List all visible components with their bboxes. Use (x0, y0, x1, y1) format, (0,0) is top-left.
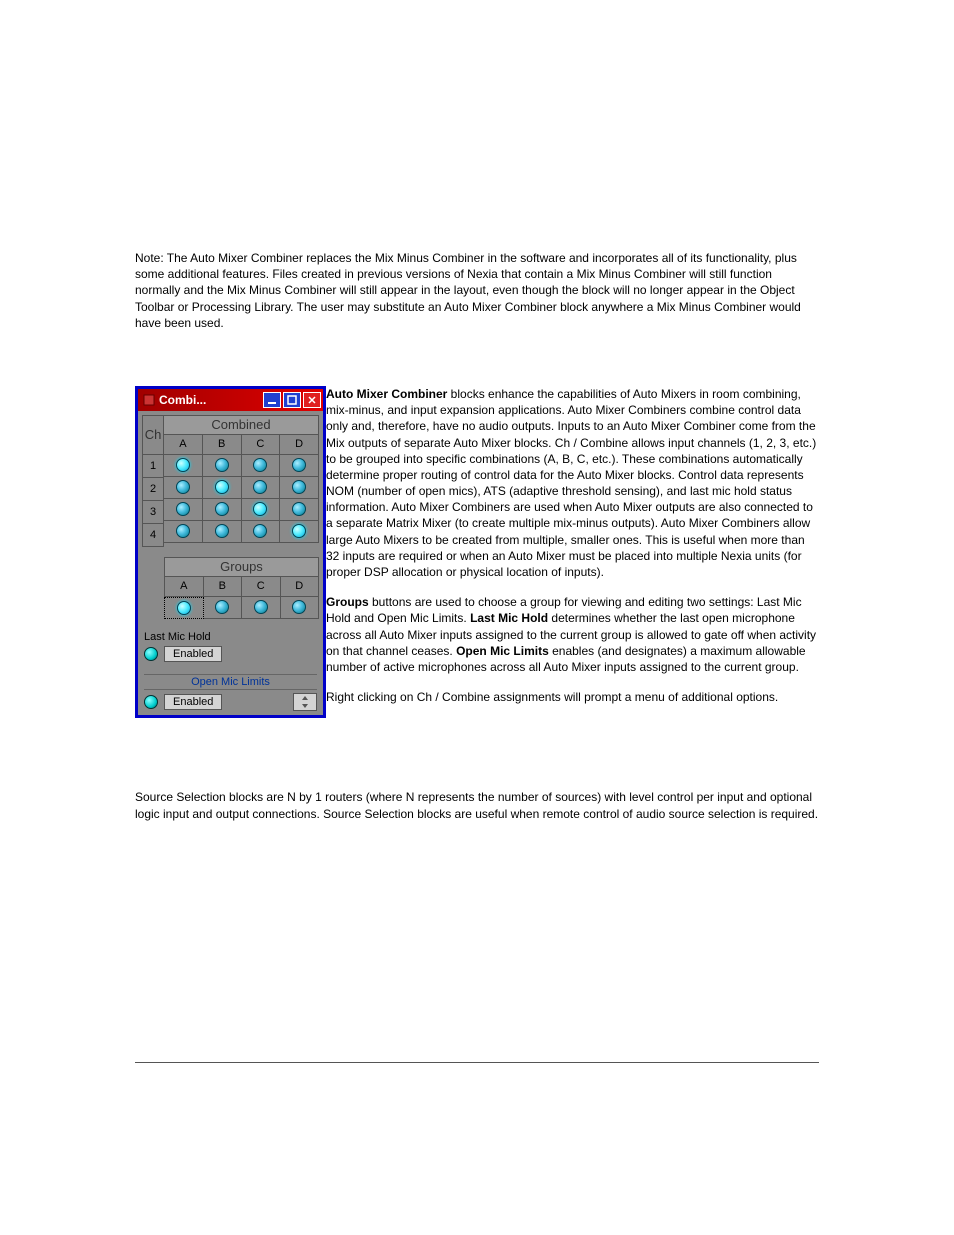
combine-cell[interactable] (242, 455, 281, 477)
dot-icon (215, 458, 229, 472)
col-header: A (164, 435, 203, 455)
combined-title: Combined (164, 415, 319, 435)
combined-grid: Ch 1 2 3 4 Combined A B C D (142, 415, 319, 547)
open-mic-limits-setting: Open Mic Limits Enabled (142, 674, 319, 711)
combine-cell[interactable] (164, 455, 203, 477)
maximize-button[interactable] (283, 392, 301, 408)
ch-row-label: 3 (142, 501, 164, 524)
groups-grid: Groups A B C D (142, 557, 319, 619)
combine-cell[interactable] (203, 499, 242, 521)
description-column: Auto Mixer Combiner blocks enhance the c… (326, 386, 819, 719)
dot-icon (292, 524, 306, 538)
close-button[interactable] (303, 392, 321, 408)
dot-icon (215, 524, 229, 538)
col-header: B (203, 435, 242, 455)
last-mic-hold-toggle[interactable]: Enabled (164, 646, 222, 662)
dot-icon (176, 524, 190, 538)
bold-term: Last Mic Hold (470, 611, 548, 625)
minimize-button[interactable] (263, 392, 281, 408)
combine-cell[interactable] (242, 521, 281, 543)
last-mic-hold-setting: Last Mic Hold Enabled (142, 631, 319, 662)
dot-icon (215, 480, 229, 494)
combine-cell[interactable] (203, 455, 242, 477)
combine-cell[interactable] (203, 477, 242, 499)
dot-icon (253, 458, 267, 472)
group-button[interactable] (164, 597, 204, 619)
combine-cell[interactable] (164, 521, 203, 543)
combiner-window: Combi... Ch (135, 386, 326, 718)
dot-icon (292, 458, 306, 472)
note-paragraph: Note: The Auto Mixer Combiner replaces t… (135, 250, 819, 331)
source-selection-section: Source Selection blocks are N by 1 route… (135, 789, 819, 821)
dot-icon (176, 458, 190, 472)
last-mic-hold-label: Last Mic Hold (144, 631, 317, 643)
window-title: Combi... (159, 393, 263, 407)
ch-row-label: 1 (142, 455, 164, 478)
dot-icon (176, 502, 190, 516)
dot-icon (215, 502, 229, 516)
dot-icon (215, 600, 229, 614)
page-divider (135, 1062, 819, 1063)
lead-term: Groups (326, 595, 369, 609)
dot-icon (254, 600, 268, 614)
group-col-header: B (204, 577, 243, 597)
radio-icon[interactable] (144, 695, 158, 709)
dot-icon (176, 480, 190, 494)
group-col-header: C (242, 577, 281, 597)
combine-cell[interactable] (203, 521, 242, 543)
open-mic-limits-stepper[interactable] (293, 693, 317, 711)
description-para-1: Auto Mixer Combiner blocks enhance the c… (326, 386, 819, 580)
dot-icon (253, 524, 267, 538)
group-col-header: A (164, 577, 204, 597)
dot-icon (292, 600, 306, 614)
window-titlebar[interactable]: Combi... (138, 389, 323, 411)
dot-icon (292, 502, 306, 516)
app-icon (142, 393, 156, 407)
group-button[interactable] (281, 597, 320, 619)
description-para-3: Right clicking on Ch / Combine assignmen… (326, 689, 819, 705)
group-button[interactable] (204, 597, 243, 619)
combine-cell[interactable] (280, 455, 319, 477)
combine-cell[interactable] (242, 477, 281, 499)
ch-row-label: 2 (142, 478, 164, 501)
combine-cell[interactable] (280, 499, 319, 521)
source-selection-para: Source Selection blocks are N by 1 route… (135, 789, 819, 821)
combine-cell[interactable] (280, 521, 319, 543)
col-header: C (242, 435, 281, 455)
combine-cell[interactable] (164, 477, 203, 499)
group-col-header: D (281, 577, 320, 597)
groups-title: Groups (164, 557, 319, 577)
combine-cell[interactable] (280, 477, 319, 499)
dot-icon (253, 480, 267, 494)
bold-term: Open Mic Limits (456, 644, 549, 658)
dot-icon (177, 601, 191, 615)
ch-row-label: 4 (142, 524, 164, 547)
col-header: D (280, 435, 319, 455)
radio-icon[interactable] (144, 647, 158, 661)
dot-icon (292, 480, 306, 494)
group-button[interactable] (242, 597, 281, 619)
open-mic-limits-toggle[interactable]: Enabled (164, 694, 222, 710)
lead-term: Auto Mixer Combiner (326, 387, 447, 401)
description-para-2: Groups buttons are used to choose a grou… (326, 594, 819, 675)
dot-icon (253, 502, 267, 516)
combine-cell[interactable] (242, 499, 281, 521)
open-mic-limits-label: Open Mic Limits (144, 674, 317, 690)
combine-cell[interactable] (164, 499, 203, 521)
para-text: blocks enhance the capabilities of Auto … (326, 387, 816, 579)
ch-header: Ch (142, 415, 164, 455)
